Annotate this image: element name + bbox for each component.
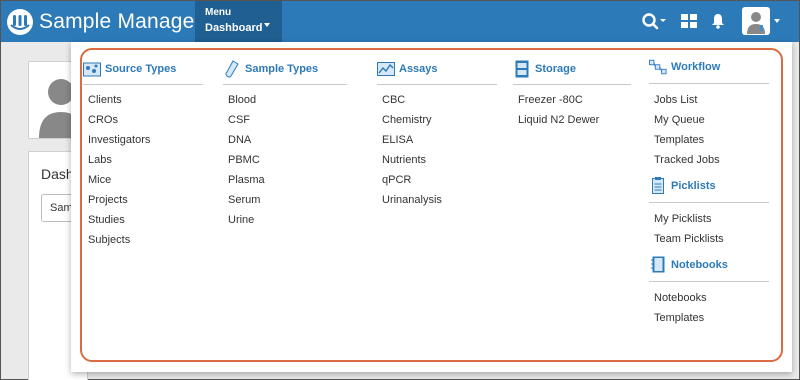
grid-icon[interactable] <box>681 14 697 28</box>
divider <box>649 83 769 84</box>
menu-item-projects[interactable]: Projects <box>83 190 203 210</box>
app-name: Sample Manager <box>39 10 202 33</box>
user-menu-caret-icon[interactable] <box>774 19 780 23</box>
divider <box>649 202 769 203</box>
clipboard-icon <box>649 177 667 195</box>
menu-item-my-picklists[interactable]: My Picklists <box>649 209 769 229</box>
app-brand[interactable]: Sample Manager <box>6 8 202 36</box>
menu-item-blood[interactable]: Blood <box>223 90 347 110</box>
app-logo-icon <box>7 9 33 35</box>
column-storage: Storage Freezer -80C Liquid N2 Dewer <box>513 59 631 130</box>
section-header-storage[interactable]: Storage <box>513 59 631 79</box>
menu-item-elisa[interactable]: ELISA <box>377 130 497 150</box>
section-header-source-types[interactable]: Source Types <box>83 59 203 79</box>
sample-type-select-label: Sam <box>50 202 73 214</box>
storage-icon <box>513 60 531 78</box>
menu-item-qpcr[interactable]: qPCR <box>377 170 497 190</box>
section-header-picklists[interactable]: Picklists <box>649 176 769 196</box>
divider <box>223 84 347 85</box>
current-section-label: Dashboard <box>205 22 263 34</box>
divider <box>649 281 769 282</box>
section-header-assays[interactable]: Assays <box>377 59 497 79</box>
menu-item-workflow-templates[interactable]: Templates <box>649 130 769 150</box>
menu-item-labs[interactable]: Labs <box>83 150 203 170</box>
menu-item-freezer-80c[interactable]: Freezer -80C <box>513 90 631 110</box>
divider <box>377 84 497 85</box>
section-header-label: Workflow <box>671 60 721 73</box>
menu-item-chemistry[interactable]: Chemistry <box>377 110 497 130</box>
chart-icon <box>377 60 395 78</box>
section-header-notebooks[interactable]: Notebooks <box>649 255 769 275</box>
top-navbar: Sample Manager Menu Dashboard <box>1 1 799 42</box>
user-avatar[interactable] <box>742 7 770 35</box>
menu-item-notebooks[interactable]: Notebooks <box>649 288 769 308</box>
menu-item-cros[interactable]: CROs <box>83 110 203 130</box>
source-types-icon <box>83 60 101 78</box>
menu-item-jobs-list[interactable]: Jobs List <box>649 90 769 110</box>
section-header-label: Assays <box>399 62 438 75</box>
menu-item-dna[interactable]: DNA <box>223 130 347 150</box>
menu-item-urinanalysis[interactable]: Urinanalysis <box>377 190 497 210</box>
section-header-label: Sample Types <box>245 62 319 75</box>
menu-item-liquid-n2-dewer[interactable]: Liquid N2 Dewer <box>513 110 631 130</box>
bell-icon[interactable] <box>711 13 725 29</box>
section-header-workflow[interactable]: Workflow <box>649 57 769 77</box>
section-header-label: Notebooks <box>671 258 728 271</box>
column-sample-types: Sample Types Blood CSF DNA PBMC Plasma S… <box>223 59 347 230</box>
menu-item-team-picklists[interactable]: Team Picklists <box>649 229 769 249</box>
menu-item-subjects[interactable]: Subjects <box>83 230 203 250</box>
test-tube-icon <box>223 59 241 78</box>
divider <box>513 84 631 85</box>
caret-down-icon <box>264 23 270 27</box>
section-header-label: Picklists <box>671 179 716 192</box>
divider <box>83 84 203 85</box>
menu-item-clients[interactable]: Clients <box>83 90 203 110</box>
menu-label: Menu <box>205 7 232 18</box>
user-avatar-icon <box>747 12 765 34</box>
menu-dropdown-button[interactable]: Menu Dashboard <box>195 1 282 42</box>
column-assays: Assays CBC Chemistry ELISA Nutrients qPC… <box>377 59 497 210</box>
dashboard-title: Dash <box>41 166 74 182</box>
search-icon[interactable] <box>641 12 667 30</box>
menu-item-studies[interactable]: Studies <box>83 210 203 230</box>
menu-item-pbmc[interactable]: PBMC <box>223 150 347 170</box>
menu-item-urine[interactable]: Urine <box>223 210 347 230</box>
menu-item-my-queue[interactable]: My Queue <box>649 110 769 130</box>
menu-item-cbc[interactable]: CBC <box>377 90 497 110</box>
menu-item-csf[interactable]: CSF <box>223 110 347 130</box>
section-header-label: Storage <box>535 62 576 75</box>
workflow-icon <box>649 58 667 76</box>
column-workflow: Workflow Jobs List My Queue Templates Tr… <box>649 57 769 328</box>
menu-item-notebook-templates[interactable]: Templates <box>649 308 769 328</box>
column-source-types: Source Types Clients CROs Investigators … <box>83 59 203 250</box>
menu-item-mice[interactable]: Mice <box>83 170 203 190</box>
menu-item-plasma[interactable]: Plasma <box>223 170 347 190</box>
menu-item-investigators[interactable]: Investigators <box>83 130 203 150</box>
menu-item-tracked-jobs[interactable]: Tracked Jobs <box>649 150 769 170</box>
section-header-label: Source Types <box>105 62 177 75</box>
menu-item-serum[interactable]: Serum <box>223 190 347 210</box>
notebook-icon <box>649 256 667 274</box>
section-header-sample-types[interactable]: Sample Types <box>223 59 347 79</box>
menu-item-nutrients[interactable]: Nutrients <box>377 150 497 170</box>
